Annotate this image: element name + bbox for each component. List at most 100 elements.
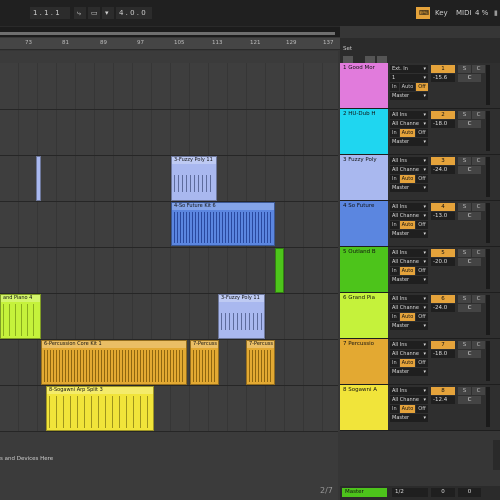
input-channel[interactable]: All Channe ▾ xyxy=(390,258,428,266)
arm-button[interactable]: C xyxy=(472,65,485,73)
clip-grand-piano[interactable]: and Piano 4 xyxy=(0,294,41,339)
monitor-in[interactable]: In xyxy=(390,221,399,229)
monitor-auto[interactable]: Auto xyxy=(399,313,416,321)
monitor-off[interactable]: Off xyxy=(416,83,428,91)
output-routing[interactable]: Master ▾ xyxy=(390,230,428,238)
lane-track-3[interactable] xyxy=(0,156,338,202)
solo-button[interactable]: S xyxy=(458,65,471,73)
input-channel[interactable]: 1 ▾ xyxy=(390,74,428,82)
track-activator[interactable]: 6 xyxy=(431,295,455,303)
pan-field[interactable]: C xyxy=(458,258,481,266)
track-header-7[interactable]: 7 Percussio All Ins ▾ All Channe ▾ In Auto O… xyxy=(340,339,500,385)
clip-percussion-core[interactable]: 6-Percussion Core Kit 1 xyxy=(41,340,187,385)
set-icon[interactable] xyxy=(343,56,353,63)
monitor-auto[interactable]: Auto xyxy=(399,221,416,229)
master-name[interactable]: Master xyxy=(342,488,387,497)
clip-outland-small[interactable] xyxy=(275,248,284,293)
monitor-auto[interactable]: Auto xyxy=(399,129,416,137)
track-name[interactable]: 3 Fuzzy Poly xyxy=(340,155,388,200)
lane-track-6[interactable] xyxy=(0,294,338,340)
clip-percussion-2[interactable]: 7-Percuss xyxy=(190,340,219,385)
monitor-in[interactable]: In xyxy=(390,359,399,367)
track-activator[interactable]: 2 xyxy=(431,111,455,119)
solo-button[interactable]: S xyxy=(458,249,471,257)
output-routing[interactable]: Master ▾ xyxy=(390,322,428,330)
pan-field[interactable]: C xyxy=(458,304,481,312)
volume-field[interactable]: -12.4 xyxy=(431,396,455,404)
punch-icon[interactable]: ▭ xyxy=(88,7,100,19)
monitor-auto[interactable]: Auto xyxy=(399,83,416,91)
monitor-off[interactable]: Off xyxy=(416,175,428,183)
arm-button[interactable]: C xyxy=(472,295,485,303)
master-fraction[interactable]: 1/2 xyxy=(392,488,428,497)
track-header-3[interactable]: 3 Fuzzy Poly All Ins ▾ All Channe ▾ In Auto… xyxy=(340,155,500,201)
master-value-2[interactable]: 0 xyxy=(458,488,481,497)
clip-fuzzy-poly-2[interactable]: 3-Fuzzy Poly 11 xyxy=(218,294,265,339)
arm-button[interactable]: C xyxy=(472,111,485,119)
input-type[interactable]: All Ins ▾ xyxy=(390,295,428,303)
track-header-1[interactable]: 1 Good Mor Ext. In ▾ 1 ▾ In Auto Off Master ▾… xyxy=(340,63,500,109)
solo-button[interactable]: S xyxy=(458,111,471,119)
solo-button[interactable]: S xyxy=(458,157,471,165)
monitor-auto[interactable]: Auto xyxy=(399,175,416,183)
track-name[interactable]: 6 Grand Pia xyxy=(340,293,388,338)
monitor-in[interactable]: In xyxy=(390,267,399,275)
monitor-off[interactable]: Off xyxy=(416,267,428,275)
input-type[interactable]: All Ins ▾ xyxy=(390,203,428,211)
monitor-off[interactable]: Off xyxy=(416,221,428,229)
track-header-6[interactable]: 6 Grand Pia All Ins ▾ All Channe ▾ In Auto O… xyxy=(340,293,500,339)
pan-field[interactable]: C xyxy=(458,396,481,404)
track-activator[interactable]: 7 xyxy=(431,341,455,349)
expand-icon[interactable] xyxy=(365,56,375,63)
monitor-in[interactable]: In xyxy=(390,129,399,137)
arm-button[interactable]: C xyxy=(472,157,485,165)
clip-sogawni-arp[interactable]: 8-Sogawni Arp Split 3 xyxy=(46,386,154,431)
track-header-2[interactable]: 2 HU-Dub H All Ins ▾ All Channe ▾ In Auto Of… xyxy=(340,109,500,155)
arm-button[interactable]: C xyxy=(472,203,485,211)
solo-button[interactable]: S xyxy=(458,387,471,395)
track-name[interactable]: 4 So Future xyxy=(340,201,388,246)
clip-so-future-kit[interactable]: 4-So Future Kit 6 xyxy=(171,202,275,246)
lane-track-4[interactable] xyxy=(0,202,338,248)
input-type[interactable]: All Ins ▾ xyxy=(390,341,428,349)
clip-percussion-3[interactable]: 7-Percuss xyxy=(246,340,275,385)
input-type[interactable]: All Ins ▾ xyxy=(390,387,428,395)
track-activator[interactable]: 1 xyxy=(431,65,455,73)
lane-track-1[interactable] xyxy=(0,63,338,110)
length-field[interactable]: 4 . 0 . 0 xyxy=(116,7,152,19)
track-header-8[interactable]: 8 Sogawni A All Ins ▾ All Channe ▾ In Auto O… xyxy=(340,385,500,431)
volume-field[interactable]: -24.0 xyxy=(431,166,455,174)
input-type[interactable]: All Ins ▾ xyxy=(390,111,428,119)
solo-button[interactable]: S xyxy=(458,203,471,211)
track-activator[interactable]: 5 xyxy=(431,249,455,257)
vertical-scrollbar[interactable] xyxy=(493,440,500,470)
arm-button[interactable]: C xyxy=(472,341,485,349)
pan-field[interactable]: C xyxy=(458,166,481,174)
input-channel[interactable]: All Channe ▾ xyxy=(390,396,428,404)
input-type[interactable]: All Ins ▾ xyxy=(390,249,428,257)
solo-button[interactable]: S xyxy=(458,295,471,303)
output-routing[interactable]: Master ▾ xyxy=(390,184,428,192)
overview-scroll-bar[interactable] xyxy=(0,32,335,35)
volume-field[interactable]: -18.0 xyxy=(431,120,455,128)
monitor-auto[interactable]: Auto xyxy=(399,267,416,275)
clip-fuzzy-poly-1[interactable]: 3-Fuzzy Poly 11 xyxy=(171,156,217,201)
pan-field[interactable]: C xyxy=(458,120,481,128)
pan-field[interactable]: C xyxy=(458,74,481,82)
track-name[interactable]: 2 HU-Dub H xyxy=(340,109,388,154)
track-name[interactable]: 5 Outland B xyxy=(340,247,388,292)
volume-field[interactable]: -20.0 xyxy=(431,258,455,266)
volume-field[interactable]: -13.0 xyxy=(431,212,455,220)
monitor-off[interactable]: Off xyxy=(416,313,428,321)
position-field[interactable]: 1 . 1 . 1 xyxy=(30,7,70,19)
arm-button[interactable]: C xyxy=(472,249,485,257)
monitor-off[interactable]: Off xyxy=(416,405,428,413)
pan-field[interactable]: C xyxy=(458,212,481,220)
output-routing[interactable]: Master ▾ xyxy=(390,414,428,422)
track-activator[interactable]: 4 xyxy=(431,203,455,211)
monitor-in[interactable]: In xyxy=(390,83,399,91)
arm-button[interactable]: C xyxy=(472,387,485,395)
monitor-in[interactable]: In xyxy=(390,405,399,413)
track-name[interactable]: 8 Sogawni A xyxy=(340,385,388,430)
monitor-off[interactable]: Off xyxy=(416,359,428,367)
